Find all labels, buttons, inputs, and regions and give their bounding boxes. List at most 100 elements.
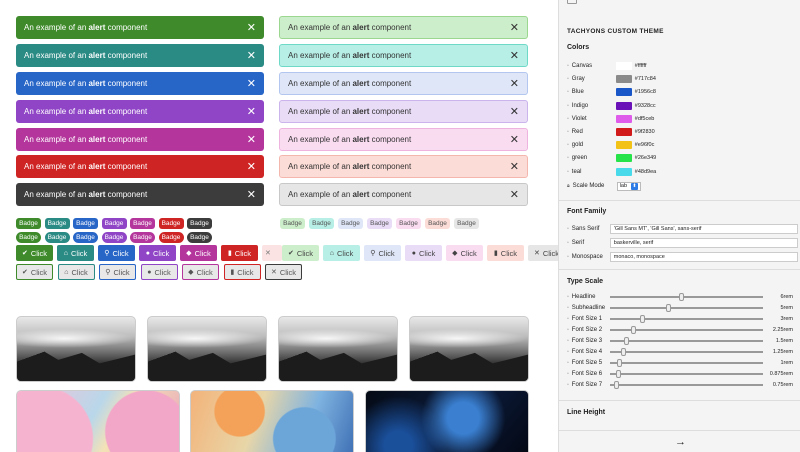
lock-icon[interactable]: ▫ — [567, 254, 569, 260]
close-icon[interactable]: ✕ — [247, 77, 256, 90]
color-swatch[interactable] — [615, 88, 632, 97]
click-button-outline[interactable]: ● Click — [140, 264, 178, 280]
lock-icon[interactable]: ▫ — [567, 294, 569, 300]
close-icon[interactable]: ✕ — [510, 160, 519, 173]
lock-icon[interactable]: ▫ — [567, 240, 569, 246]
close-icon[interactable]: ✕ — [510, 49, 519, 62]
type-scale-slider[interactable] — [609, 337, 763, 345]
slider-knob[interactable] — [620, 348, 626, 356]
type-scale-slider[interactable] — [609, 293, 763, 301]
lock-icon[interactable]: ▫ — [567, 142, 569, 148]
sidebar-top-icon[interactable] — [567, 0, 577, 4]
click-button-light[interactable]: ⚲ Click — [364, 245, 401, 261]
slider-knob[interactable] — [617, 359, 623, 367]
click-button-outline[interactable]: ▮ Click — [223, 264, 261, 280]
lock-icon[interactable]: ▫ — [567, 226, 569, 232]
close-icon[interactable]: ✕ — [510, 188, 519, 201]
click-button-outline[interactable]: ⚲ Click — [99, 264, 136, 280]
click-button[interactable]: ✕ — [262, 245, 282, 261]
slider-knob[interactable] — [615, 370, 621, 378]
close-icon[interactable]: ✕ — [247, 188, 256, 201]
slider-knob[interactable] — [666, 304, 672, 312]
foggy-forest-image-2 — [147, 316, 267, 382]
type-scale-row: ▫ Subheadline 5rem — [567, 303, 793, 313]
color-swatch[interactable] — [615, 62, 632, 70]
lock-icon[interactable]: ▫ — [567, 116, 569, 122]
close-icon[interactable]: ✕ — [510, 133, 519, 146]
lock-icon[interactable]: ▫ — [567, 382, 569, 388]
close-icon[interactable]: ✕ — [247, 21, 256, 34]
font-input[interactable]: 'Gill Sans MT', 'Gill Sans', sans-serif — [609, 224, 798, 234]
lock-icon[interactable]: ▫ — [567, 129, 569, 135]
color-swatch[interactable] — [615, 154, 632, 163]
close-icon[interactable]: ✕ — [247, 49, 256, 62]
click-button-outline[interactable]: ◆ Click — [182, 264, 219, 280]
slider-knob[interactable] — [623, 337, 629, 345]
font-row: ▫ Monospace monaco, monospace — [567, 252, 798, 262]
lock-icon[interactable]: ▫ — [567, 63, 569, 69]
type-scale-name: Font Size 6 — [571, 371, 603, 377]
lock-icon[interactable]: ▫ — [567, 76, 569, 82]
lock-icon[interactable]: ▫ — [567, 338, 569, 344]
slider-knob[interactable] — [614, 381, 620, 389]
click-button-light[interactable]: ⌂ Click — [323, 245, 360, 261]
type-scale-slider[interactable] — [609, 326, 763, 334]
click-button-light[interactable]: ▮ Click — [487, 245, 524, 261]
lock-icon[interactable]: ▫ — [567, 371, 569, 377]
click-button[interactable]: ● Click — [139, 245, 176, 261]
next-arrow-icon[interactable]: → — [675, 436, 686, 448]
click-button-light[interactable]: ● Click — [405, 245, 442, 261]
color-swatch[interactable] — [615, 114, 632, 123]
button-icon: ● — [411, 249, 416, 257]
alert-bold-word: alert — [352, 107, 370, 116]
lock-icon[interactable]: ▫ — [567, 316, 569, 322]
type-scale-slider[interactable] — [609, 315, 763, 323]
lock-icon[interactable]: ▫ — [567, 360, 569, 366]
click-button-light[interactable]: ◆ Click — [446, 245, 483, 261]
font-input[interactable]: monaco, monospace — [609, 252, 798, 262]
color-swatch[interactable] — [615, 101, 632, 110]
lock-icon[interactable]: ▫ — [567, 103, 569, 109]
close-icon[interactable]: ✕ — [247, 160, 256, 173]
scale-mode-select[interactable]: lab ⬍ — [616, 181, 642, 191]
type-scale-slider[interactable] — [609, 370, 763, 378]
color-swatch[interactable] — [615, 128, 632, 136]
color-swatch[interactable] — [615, 75, 632, 84]
color-swatch[interactable] — [615, 167, 632, 176]
alert-text: An example of an alert component — [288, 51, 412, 60]
click-button[interactable]: ◆ Click — [180, 245, 217, 261]
alert-light: An example of an alert component ✕ — [279, 183, 528, 206]
type-scale-slider[interactable] — [609, 381, 763, 389]
lock-icon[interactable]: ▫ — [567, 89, 569, 95]
lock-icon[interactable]: ▫ — [567, 349, 569, 355]
click-button-outline[interactable]: ✕ Click — [265, 264, 302, 280]
close-icon[interactable]: ✕ — [247, 105, 256, 118]
type-scale-slider[interactable] — [609, 304, 763, 312]
click-button-light[interactable]: ✔ Click — [282, 245, 319, 261]
click-button-light[interactable]: ✕ Click — [528, 245, 558, 261]
lock-icon[interactable]: ▫ — [567, 155, 569, 161]
click-button-outline[interactable]: ✔ Click — [16, 264, 53, 280]
color-swatch[interactable] — [615, 141, 632, 150]
close-icon[interactable]: ✕ — [510, 77, 519, 90]
type-scale-slider[interactable] — [609, 359, 763, 367]
click-button[interactable]: ⌂ Click — [57, 245, 94, 261]
lock-icon[interactable]: ▫ — [567, 169, 569, 175]
close-icon[interactable]: ✕ — [510, 105, 519, 118]
lock-icon[interactable]: ▫ — [567, 327, 569, 333]
click-button[interactable]: ▮ Click — [221, 245, 258, 261]
slider-knob[interactable] — [631, 326, 637, 334]
click-button[interactable]: ✔ Click — [16, 245, 53, 261]
click-button-outline[interactable]: ⌂ Click — [57, 264, 95, 280]
type-scale-slider[interactable] — [609, 348, 763, 356]
font-input[interactable]: baskerville, serif — [609, 238, 798, 248]
button-label: Click — [378, 248, 395, 258]
color-name: teal — [571, 168, 582, 175]
click-button[interactable]: ⚲ Click — [98, 245, 135, 261]
lock-icon[interactable]: ▫ — [567, 305, 569, 311]
close-icon[interactable]: ✕ — [510, 21, 519, 34]
close-icon[interactable]: ✕ — [247, 133, 256, 146]
slider-knob[interactable] — [640, 315, 646, 323]
button-icon: ◆ — [452, 250, 458, 257]
slider-knob[interactable] — [678, 293, 684, 301]
